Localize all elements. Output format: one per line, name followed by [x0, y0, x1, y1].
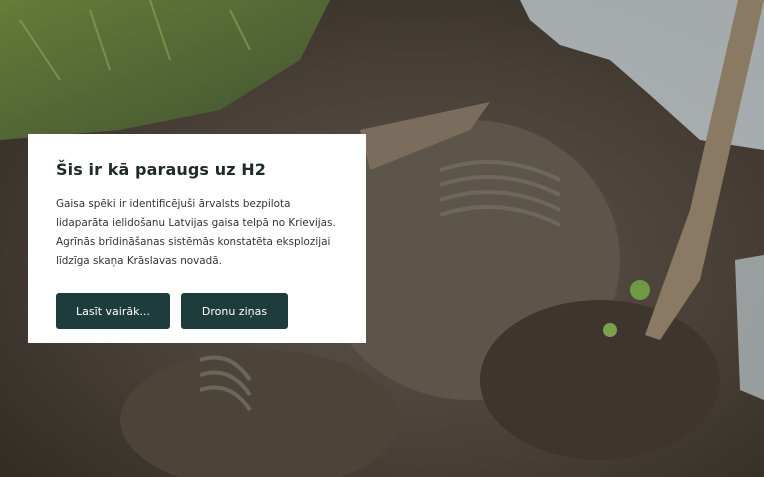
drone-news-button[interactable]: Dronu ziņas	[181, 293, 288, 329]
card-title: Šis ir kā paraugs uz H2	[56, 160, 267, 179]
card-description: Gaisa spēki ir identificējuši ārvalsts b…	[56, 198, 336, 267]
read-more-button[interactable]: Lasīt vairāk...	[56, 293, 170, 329]
hero-card: Šis ir kā paraugs uz H2 Gaisa spēki ir i…	[28, 134, 366, 343]
card-actions: Lasīt vairāk... Dronu ziņas	[56, 293, 338, 329]
